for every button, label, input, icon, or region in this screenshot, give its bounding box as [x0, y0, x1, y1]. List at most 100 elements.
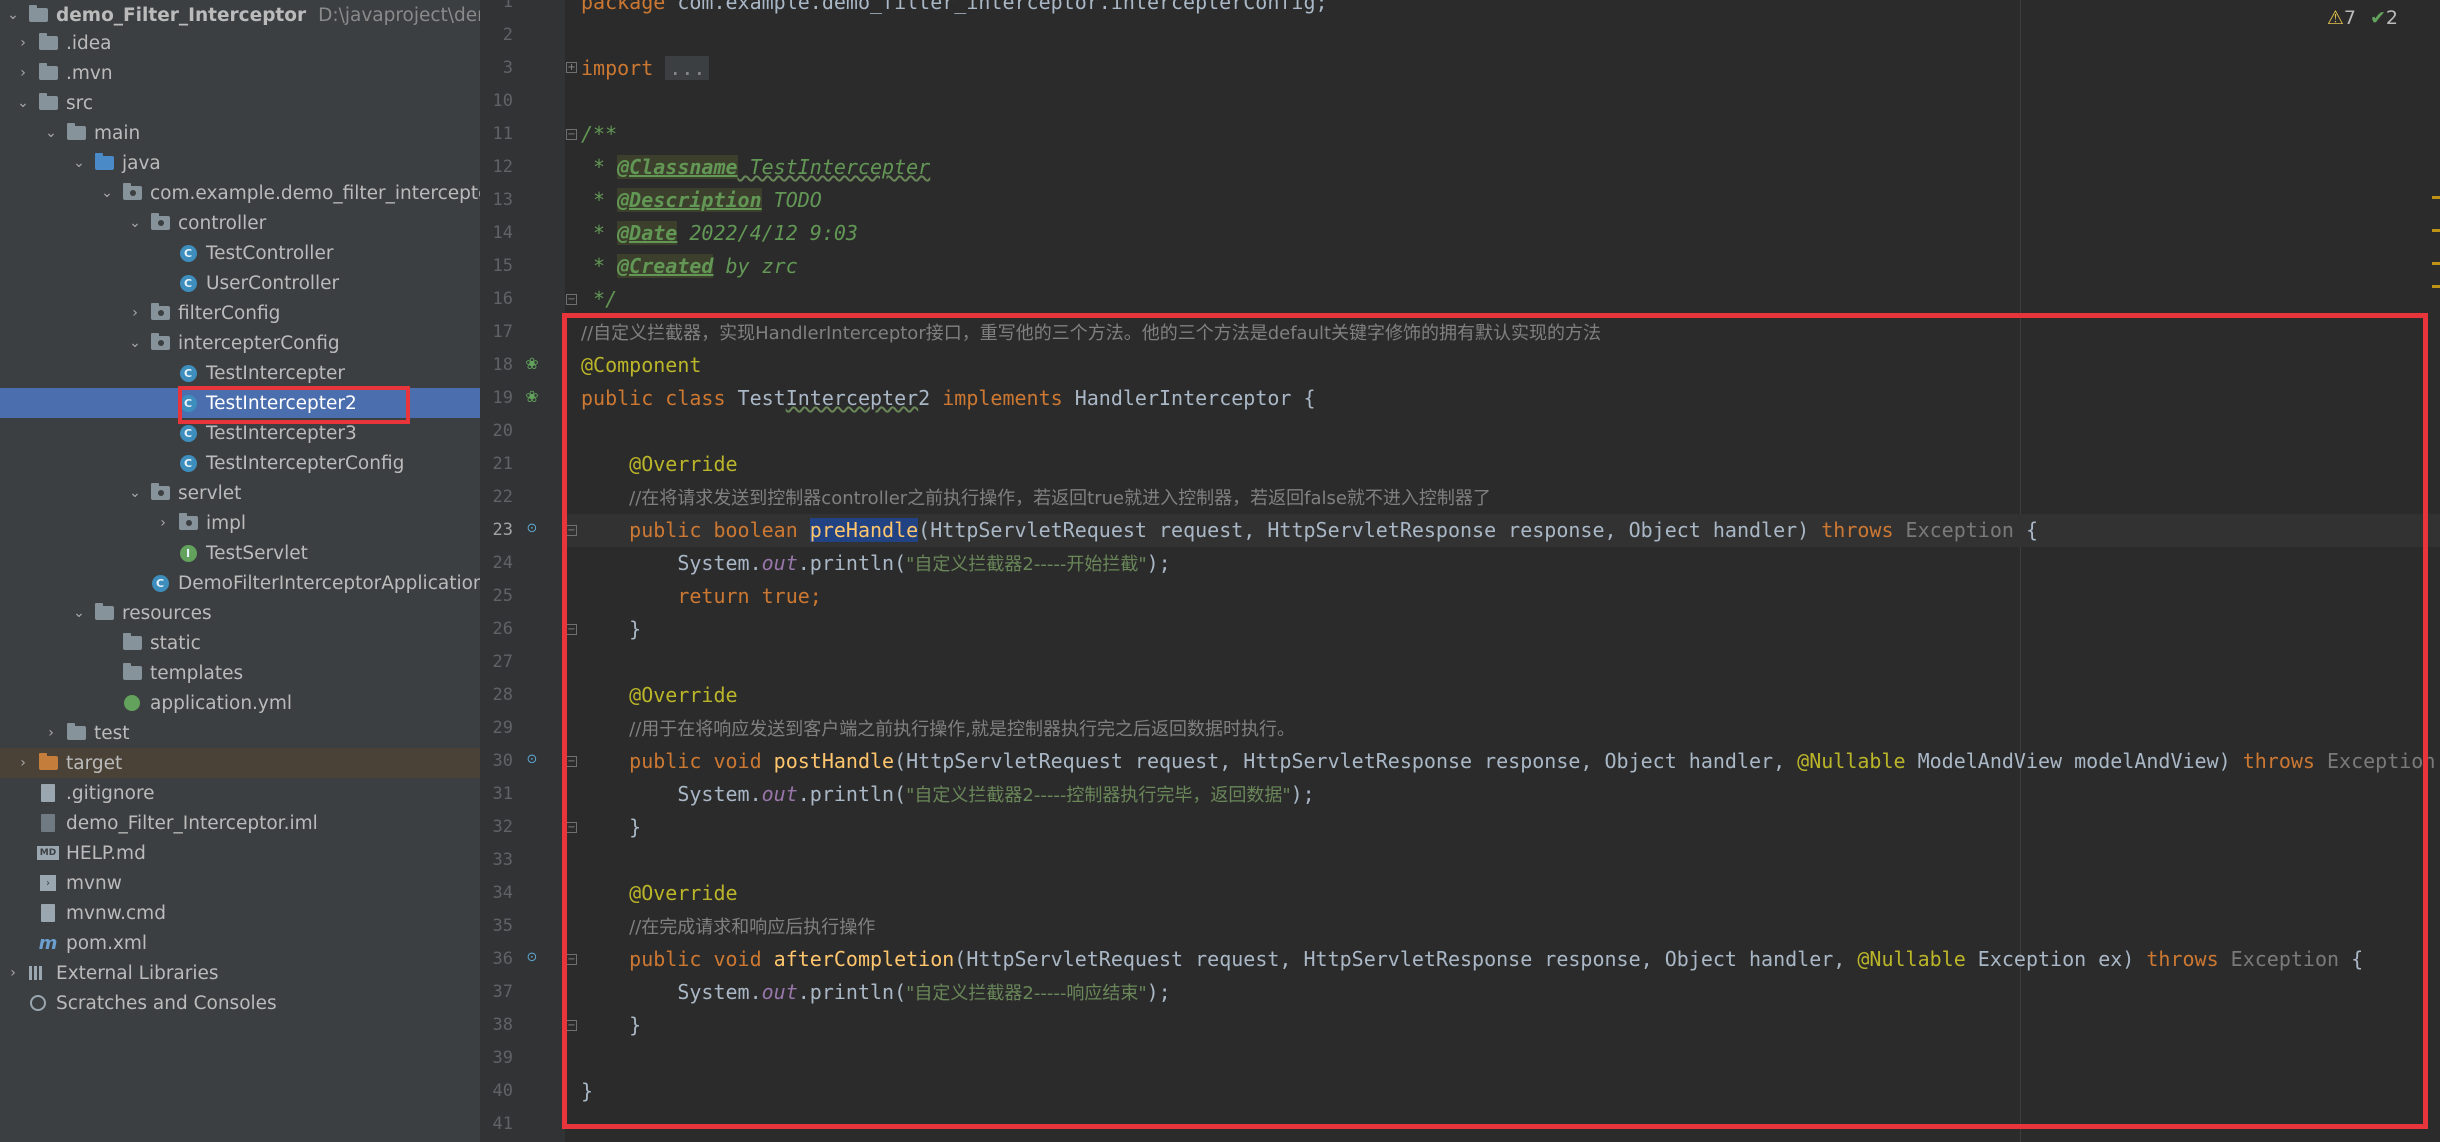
line-number: 15	[492, 256, 513, 276]
chevron-right-icon[interactable]: ›	[0, 965, 26, 981]
chevron-right-icon[interactable]: ›	[10, 65, 36, 81]
tree-item-intercepterconfig[interactable]: ⌄ intercepterConfig	[0, 328, 480, 358]
tree-item-src[interactable]: ⌄ src	[0, 88, 480, 118]
tree-item-label: templates	[150, 662, 244, 684]
fold-toggle-icon[interactable]: −	[566, 129, 577, 140]
chevron-right-icon[interactable]: ›	[38, 725, 64, 741]
tree-item-label: static	[150, 632, 201, 654]
tree-item-templates[interactable]: templates	[0, 658, 480, 688]
fold-toggle-icon[interactable]: −	[566, 294, 577, 305]
tree-item-main[interactable]: ⌄ main	[0, 118, 480, 148]
override-method-icon[interactable]: ⊙	[523, 750, 541, 768]
spring-bean-icon[interactable]: ❀	[523, 354, 541, 373]
tree-item-idea[interactable]: › .idea	[0, 28, 480, 58]
chevron-down-icon[interactable]: ⌄	[122, 215, 148, 231]
line-number: 23	[492, 520, 513, 540]
tree-root-project[interactable]: ⌄ demo_Filter_Interceptor D:\javaproject…	[0, 0, 480, 30]
chevron-right-icon[interactable]: ›	[150, 515, 176, 531]
error-stripe-mark[interactable]	[2432, 229, 2440, 232]
tree-item-pom-xml[interactable]: m pom.xml	[0, 928, 480, 958]
class-icon: C	[176, 423, 200, 443]
line-number: 2	[502, 25, 513, 45]
yaml-file-icon	[120, 693, 144, 713]
tree-item-label: DemoFilterInterceptorApplication	[178, 572, 480, 594]
tree-item-mvnw-cmd[interactable]: mvnw.cmd	[0, 898, 480, 928]
line-number: 16	[492, 289, 513, 309]
project-path: D:\javaproject\demo_Filt	[318, 4, 480, 26]
override-method-icon[interactable]: ⊙	[523, 519, 541, 537]
chevron-down-icon[interactable]: ⌄	[66, 605, 92, 621]
tree-item-application-class[interactable]: C DemoFilterInterceptorApplication	[0, 568, 480, 598]
line-number: 14	[492, 223, 513, 243]
line-number: 39	[492, 1048, 513, 1068]
tree-item-mvn[interactable]: › .mvn	[0, 58, 480, 88]
line-number: 1	[502, 0, 513, 12]
chevron-down-icon[interactable]: ⌄	[66, 155, 92, 171]
chevron-right-icon[interactable]: ›	[122, 305, 148, 321]
tree-item-testintercepterconfig[interactable]: C TestIntercepterConfig	[0, 448, 480, 478]
folded-imports[interactable]: ...	[665, 56, 710, 80]
tree-item-package[interactable]: ⌄ com.example.demo_filter_interceptor	[0, 178, 480, 208]
warning-indicator[interactable]: ⚠7	[2327, 7, 2356, 29]
chevron-down-icon[interactable]: ⌄	[94, 185, 120, 201]
chevron-down-icon[interactable]: ⌄	[122, 485, 148, 501]
line-number: 11	[492, 124, 513, 144]
package-icon	[148, 333, 172, 353]
tree-item-testintercepter[interactable]: C TestIntercepter	[0, 358, 480, 388]
tree-item-servlet[interactable]: ⌄ servlet	[0, 478, 480, 508]
tree-item-java[interactable]: ⌄ java	[0, 148, 480, 178]
tree-item-impl[interactable]: › impl	[0, 508, 480, 538]
error-stripe-mark[interactable]	[2432, 262, 2440, 265]
interface-icon: I	[176, 543, 200, 563]
chevron-down-icon[interactable]: ⌄	[0, 7, 26, 23]
code-line-12: * @Classname TestIntercepter	[581, 155, 931, 179]
chevron-right-icon[interactable]: ›	[10, 755, 36, 771]
spring-bean-icon[interactable]: ❀	[523, 387, 541, 406]
tree-item-testcontroller[interactable]: C TestController	[0, 238, 480, 268]
typo-indicator[interactable]: ✔2	[2370, 7, 2398, 29]
fold-toggle-icon[interactable]: +	[566, 62, 577, 73]
line-number: 27	[492, 652, 513, 672]
tree-item-test[interactable]: › test	[0, 718, 480, 748]
tree-item-mvnw[interactable]: › mvnw	[0, 868, 480, 898]
inspection-widget[interactable]: ⚠7 ✔2	[2327, 7, 2398, 29]
chevron-right-icon[interactable]: ›	[10, 35, 36, 51]
line-number: 41	[492, 1114, 513, 1134]
project-name: demo_Filter_Interceptor	[56, 4, 307, 26]
code-line-3: import ...	[581, 52, 710, 85]
tree-item-testservlet[interactable]: I TestServlet	[0, 538, 480, 568]
tree-item-iml[interactable]: demo_Filter_Interceptor.iml	[0, 808, 480, 838]
tree-item-controller[interactable]: ⌄ controller	[0, 208, 480, 238]
tree-item-application-yml[interactable]: application.yml	[0, 688, 480, 718]
line-number: 30	[492, 751, 513, 771]
tree-item-filterconfig[interactable]: › filterConfig	[0, 298, 480, 328]
line-number: 24	[492, 553, 513, 573]
tree-item-static[interactable]: static	[0, 628, 480, 658]
tree-item-label: pom.xml	[66, 932, 148, 954]
resources-folder-icon	[92, 603, 116, 623]
tree-item-label: application.yml	[150, 692, 293, 714]
tree-item-resources[interactable]: ⌄ resources	[0, 598, 480, 628]
error-stripe-mark[interactable]	[2432, 196, 2440, 199]
chevron-down-icon[interactable]: ⌄	[122, 335, 148, 351]
code-line-1: package com.example.demo_filter_intercep…	[581, 0, 1328, 14]
tree-item-external-libraries[interactable]: › External Libraries	[0, 958, 480, 988]
tree-item-scratches[interactable]: Scratches and Consoles	[0, 988, 480, 1018]
chevron-down-icon[interactable]: ⌄	[10, 95, 36, 111]
tree-item-help-md[interactable]: MD HELP.md	[0, 838, 480, 868]
tree-item-target[interactable]: › target	[0, 748, 480, 778]
code-line-13: * @Description TODO	[581, 188, 822, 212]
tree-item-label: target	[66, 752, 123, 774]
package-icon	[176, 513, 200, 533]
line-number: 20	[492, 421, 513, 441]
tree-item-gitignore[interactable]: .gitignore	[0, 778, 480, 808]
markdown-icon: MD	[36, 843, 60, 863]
tree-item-label: com.example.demo_filter_interceptor	[150, 182, 480, 204]
override-method-icon[interactable]: ⊙	[523, 948, 541, 966]
error-stripe-mark[interactable]	[2432, 285, 2440, 288]
line-number: 38	[492, 1015, 513, 1035]
tree-item-usercontroller[interactable]: C UserController	[0, 268, 480, 298]
line-number: 22	[492, 487, 513, 507]
tree-item-label: TestController	[206, 242, 334, 264]
chevron-down-icon[interactable]: ⌄	[38, 125, 64, 141]
